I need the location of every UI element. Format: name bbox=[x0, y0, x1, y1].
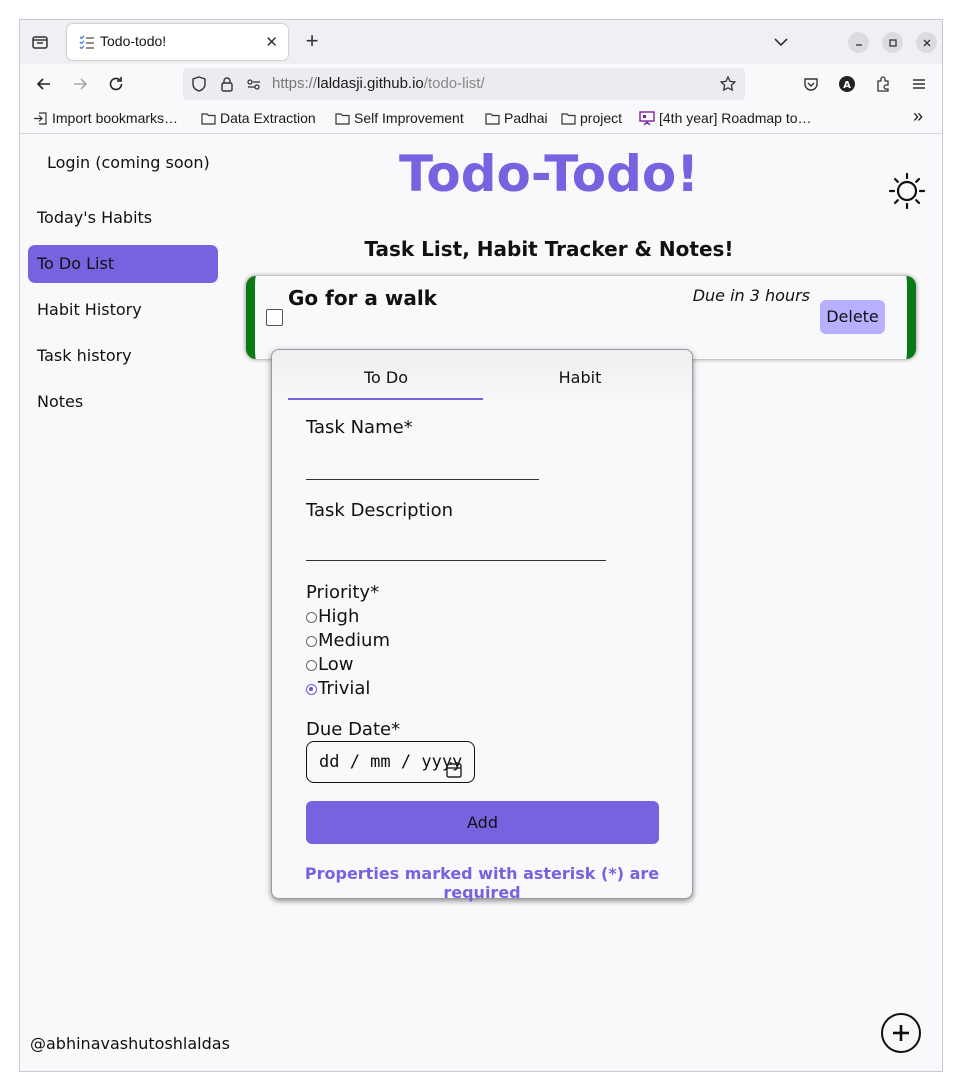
bookmark-label: Self Improvement bbox=[354, 110, 464, 126]
priority-label: Priority* bbox=[306, 582, 380, 603]
folder-icon bbox=[485, 112, 500, 125]
task-checkbox[interactable] bbox=[266, 309, 283, 326]
priority-option-medium[interactable]: Medium bbox=[306, 630, 390, 651]
browser-window: Todo-todo! ✕ + https://laldasji.github.i… bbox=[19, 19, 943, 1072]
maximize-icon[interactable] bbox=[882, 32, 903, 53]
bookmark-label: project bbox=[580, 110, 623, 126]
bookmarks-overflow-icon[interactable]: » bbox=[913, 106, 923, 127]
modal-tabs: To Do Habit bbox=[272, 350, 692, 400]
bookmark-self-improvement[interactable]: Self Improvement bbox=[335, 110, 464, 126]
tab-habit[interactable]: Habit bbox=[483, 368, 677, 387]
url-path: /todo-list/ bbox=[423, 75, 485, 92]
tab-overview-icon[interactable] bbox=[28, 30, 52, 54]
browser-tab[interactable]: Todo-todo! ✕ bbox=[67, 24, 288, 60]
menu-icon[interactable] bbox=[907, 72, 931, 96]
priority-option-trivial[interactable]: Trivial bbox=[306, 678, 370, 699]
due-date-label: Due Date* bbox=[306, 719, 401, 740]
checklist-icon bbox=[79, 34, 95, 50]
permissions-icon[interactable] bbox=[245, 75, 263, 93]
navigation-bar: https://laldasji.github.io/todo-list/ A bbox=[20, 64, 942, 104]
bookmark-data-extraction[interactable]: Data Extraction bbox=[201, 110, 316, 126]
back-icon[interactable] bbox=[32, 72, 56, 96]
bookmark-label: Padhai bbox=[504, 110, 548, 126]
folder-icon bbox=[561, 112, 576, 125]
url-host: laldasji.github.io bbox=[317, 75, 424, 92]
task-description-input[interactable] bbox=[306, 560, 606, 561]
lock-icon[interactable] bbox=[218, 75, 236, 93]
add-task-modal: To Do Habit Task Name* Task Description … bbox=[271, 349, 693, 902]
bookmark-label: Import bookmarks… bbox=[52, 110, 179, 126]
required-fields-note: Properties marked with asterisk (*) are … bbox=[304, 864, 660, 902]
url-scheme: https:// bbox=[272, 75, 318, 92]
radio-label: Low bbox=[318, 654, 354, 675]
radio-button[interactable] bbox=[306, 636, 317, 647]
page-content: Login (coming soon) Today's Habits To Do… bbox=[20, 135, 942, 1071]
task-name-label: Task Name* bbox=[306, 417, 413, 438]
svg-text:A: A bbox=[843, 80, 851, 91]
calendar-icon[interactable] bbox=[446, 753, 462, 778]
presentation-icon bbox=[639, 110, 655, 125]
add-button[interactable]: Add bbox=[306, 801, 659, 844]
pocket-icon[interactable] bbox=[799, 72, 823, 96]
sidebar-item-task-history[interactable]: Task history bbox=[28, 337, 218, 375]
task-name-input[interactable] bbox=[306, 479, 539, 480]
task-due-text: Due in 3 hours bbox=[692, 286, 810, 305]
extensions-icon[interactable] bbox=[871, 72, 895, 96]
radio-label: Trivial bbox=[318, 678, 371, 699]
bookmark-label: Data Extraction bbox=[220, 110, 316, 126]
radio-label: High bbox=[318, 606, 360, 627]
close-window-icon[interactable] bbox=[916, 32, 937, 53]
import-icon bbox=[34, 111, 47, 125]
folder-icon bbox=[201, 112, 216, 125]
bookmarks-toolbar: Import bookmarks… Data Extraction Self I… bbox=[20, 104, 942, 134]
account-avatar-icon[interactable]: A bbox=[835, 72, 859, 96]
priority-option-high[interactable]: High bbox=[306, 606, 359, 627]
tab-to-do[interactable]: To Do bbox=[289, 368, 483, 387]
bookmark-roadmap[interactable]: [4th year] Roadmap to… bbox=[639, 110, 812, 126]
close-tab-icon[interactable]: ✕ bbox=[265, 33, 278, 51]
bookmark-padhai[interactable]: Padhai bbox=[485, 110, 548, 126]
sidebar-item-notes[interactable]: Notes bbox=[28, 383, 218, 421]
tab-title: Todo-todo! bbox=[100, 33, 167, 49]
task-title: Go for a walk bbox=[288, 286, 437, 310]
shield-icon[interactable] bbox=[190, 75, 208, 93]
task-card: Go for a walk Due in 3 hours Delete bbox=[246, 276, 916, 359]
delete-button[interactable]: Delete bbox=[820, 300, 885, 334]
date-placeholder: dd / mm / yyyy bbox=[319, 752, 463, 772]
add-icon[interactable] bbox=[881, 1013, 921, 1053]
page-subtitle: Task List, Habit Tracker & Notes! bbox=[364, 237, 734, 261]
active-tab-indicator bbox=[288, 398, 483, 400]
url-text: https://laldasji.github.io/todo-list/ bbox=[272, 75, 485, 92]
bookmark-import[interactable]: Import bookmarks… bbox=[33, 110, 178, 126]
radio-button[interactable] bbox=[306, 660, 317, 671]
radio-button-selected[interactable] bbox=[306, 684, 317, 695]
priority-option-low[interactable]: Low bbox=[306, 654, 353, 675]
radio-button[interactable] bbox=[306, 612, 317, 623]
forward-icon[interactable] bbox=[68, 72, 92, 96]
bookmark-project[interactable]: project bbox=[561, 110, 622, 126]
footer-username[interactable]: @abhinavashutoshlaldas bbox=[30, 1034, 230, 1053]
radio-label: Medium bbox=[318, 630, 390, 651]
task-description-label: Task Description bbox=[306, 500, 454, 521]
star-icon[interactable] bbox=[719, 75, 737, 93]
chevron-down-icon[interactable] bbox=[771, 32, 791, 52]
due-date-input[interactable]: dd / mm / yyyy bbox=[306, 741, 475, 783]
folder-icon bbox=[335, 112, 350, 125]
minimize-icon[interactable] bbox=[848, 32, 869, 53]
page-title: Todo-Todo! bbox=[398, 145, 700, 203]
tab-strip: Todo-todo! ✕ + bbox=[20, 20, 942, 64]
sidebar-item-todays-habits[interactable]: Today's Habits bbox=[28, 199, 218, 237]
bookmark-label: [4th year] Roadmap to… bbox=[659, 110, 812, 126]
sidebar-item-habit-history[interactable]: Habit History bbox=[28, 291, 218, 329]
new-tab-button[interactable]: + bbox=[300, 30, 324, 54]
url-bar[interactable]: https://laldasji.github.io/todo-list/ bbox=[183, 68, 745, 100]
reload-icon[interactable] bbox=[104, 72, 128, 96]
sun-icon[interactable] bbox=[888, 172, 926, 210]
